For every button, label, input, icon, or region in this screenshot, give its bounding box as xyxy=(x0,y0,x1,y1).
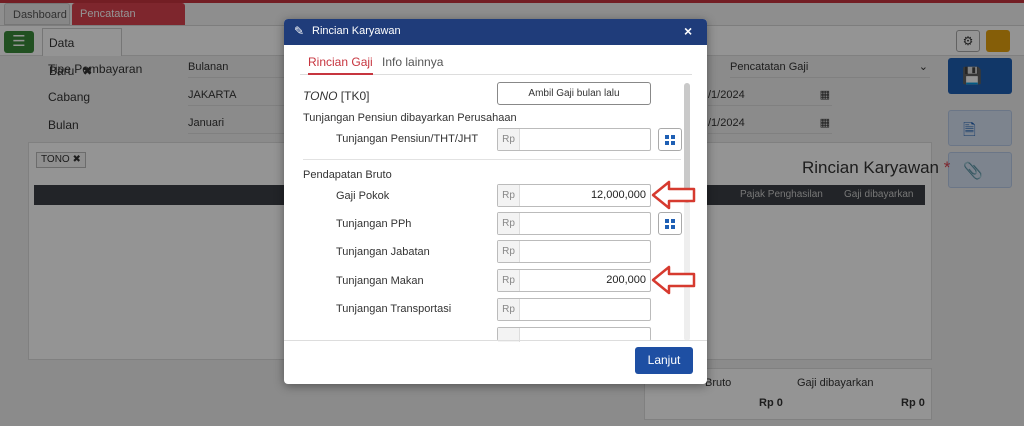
tab-rincian-gaji[interactable]: Rincian Gaji xyxy=(308,55,373,75)
tunjangan-jabatan-input[interactable]: Rp xyxy=(497,240,651,263)
section-pensiun-label: Tunjangan Pensiun dibayarkan Perusahaan xyxy=(303,112,517,124)
tunjangan-pensiun-label: Tunjangan Pensiun/THT/JHT xyxy=(336,133,479,145)
tunjangan-makan-input[interactable]: Rp 200,000 xyxy=(497,269,651,292)
next-field-input[interactable] xyxy=(497,327,651,342)
annotation-arrow-icon xyxy=(651,180,696,210)
section-bruto-label: Pendapatan Bruto xyxy=(303,169,392,181)
gaji-pokok-label: Gaji Pokok xyxy=(336,190,390,202)
gaji-pokok-input[interactable]: Rp 12,000,000 xyxy=(497,184,651,207)
scrollbar[interactable] xyxy=(684,83,690,341)
currency-prefix: Rp xyxy=(498,213,520,234)
currency-prefix: Rp xyxy=(498,185,520,206)
input-value: 200,000 xyxy=(606,274,646,286)
currency-prefix: Rp xyxy=(498,299,520,320)
lanjut-button[interactable]: Lanjut xyxy=(635,347,693,374)
employee-name: TONO [TK0] xyxy=(303,89,370,103)
grid-calculator-icon xyxy=(665,219,675,229)
calculator-button[interactable] xyxy=(658,212,682,235)
grid-calculator-icon xyxy=(665,135,675,145)
section-divider xyxy=(303,159,681,160)
tunjangan-pph-input[interactable]: Rp xyxy=(497,212,651,235)
annotation-arrow-icon xyxy=(651,265,696,295)
pencil-icon: ✎ xyxy=(294,24,305,38)
tunjangan-pensiun-input[interactable]: Rp xyxy=(497,128,651,151)
rincian-karyawan-modal: ✎ Rincian Karyawan × Rincian Gaji Info l… xyxy=(284,19,707,384)
modal-footer-divider xyxy=(284,340,707,341)
tunjangan-jabatan-label: Tunjangan Jabatan xyxy=(336,246,430,258)
currency-prefix: Rp xyxy=(498,270,520,291)
ambil-gaji-bulan-lalu-button[interactable]: Ambil Gaji bulan lalu xyxy=(497,82,651,105)
modal-tabs: Rincian Gaji Info lainnya xyxy=(300,53,692,75)
tunjangan-makan-label: Tunjangan Makan xyxy=(336,275,424,287)
close-icon[interactable]: × xyxy=(684,23,692,39)
tunjangan-transportasi-input[interactable]: Rp xyxy=(497,298,651,321)
currency-prefix: Rp xyxy=(498,129,520,150)
tab-info-lainnya[interactable]: Info lainnya xyxy=(382,55,443,73)
modal-title: Rincian Karyawan xyxy=(312,25,401,37)
currency-prefix: Rp xyxy=(498,241,520,262)
modal-header: ✎ Rincian Karyawan × xyxy=(284,19,707,45)
tunjangan-transportasi-label: Tunjangan Transportasi xyxy=(336,303,452,315)
tunjangan-pph-label: Tunjangan PPh xyxy=(336,218,412,230)
calculator-button[interactable] xyxy=(658,128,682,151)
input-value: 12,000,000 xyxy=(590,189,646,201)
